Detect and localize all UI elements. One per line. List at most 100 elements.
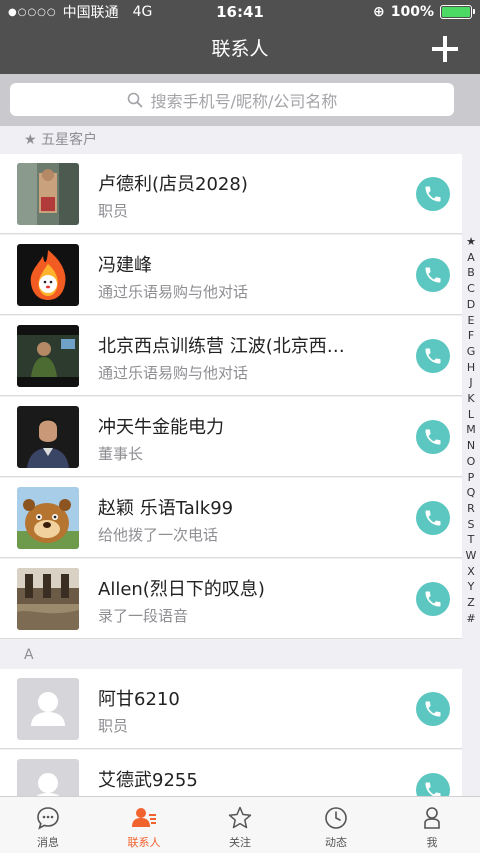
index-letter[interactable]: N xyxy=(467,438,475,454)
tab-me[interactable]: 我 xyxy=(384,797,480,853)
network-label: 4G xyxy=(132,4,153,20)
contacts-icon xyxy=(132,808,156,827)
index-letter[interactable]: G xyxy=(467,344,476,360)
contact-subtitle: 给他拨了一次电话 xyxy=(98,526,219,544)
tab-label: 关注 xyxy=(229,836,251,849)
contact-subtitle: 通过乐语易购与他对话 xyxy=(98,364,249,382)
call-button[interactable] xyxy=(416,582,450,616)
contact-name: 阿甘6210 xyxy=(98,689,180,710)
phone-icon xyxy=(425,267,441,283)
index-letter[interactable]: # xyxy=(466,611,475,627)
index-letter[interactable]: M xyxy=(466,422,476,438)
tab-bar: 消息 联系人 关注 动态 我 xyxy=(0,796,480,853)
contact-subtitle: 录了一段语音 xyxy=(98,607,189,625)
avatar xyxy=(17,325,79,387)
search-input[interactable]: 搜索手机号/昵称/公司名称 xyxy=(10,83,454,116)
phone-icon xyxy=(425,348,441,364)
contact-row[interactable]: 冲天牛金能电力 董事长 xyxy=(0,397,462,477)
contact-row[interactable]: 阿甘6210 职员 xyxy=(0,669,462,749)
index-letter[interactable]: T xyxy=(468,532,475,548)
contact-row[interactable]: 冯建峰 通过乐语易购与他对话 xyxy=(0,235,462,315)
plus-icon[interactable] xyxy=(432,36,458,62)
tab-contacts[interactable]: 联系人 xyxy=(96,797,192,853)
contact-subtitle: 董事长 xyxy=(98,445,144,463)
tab-label: 动态 xyxy=(325,836,347,849)
index-letter[interactable]: H xyxy=(467,360,475,376)
avatar xyxy=(17,163,79,225)
index-letter[interactable]: X xyxy=(467,564,475,580)
contact-name: 冲天牛金能电力 xyxy=(98,417,224,438)
call-button[interactable] xyxy=(416,501,450,535)
index-letter[interactable]: L xyxy=(468,407,474,423)
avatar xyxy=(17,244,79,306)
index-letter[interactable]: C xyxy=(467,281,475,297)
avatar xyxy=(17,406,79,468)
tab-messages[interactable]: 消息 xyxy=(0,797,96,853)
phone-icon xyxy=(425,701,441,717)
index-letter[interactable]: P xyxy=(468,470,475,486)
index-letter[interactable]: Z xyxy=(467,595,475,611)
call-button[interactable] xyxy=(416,420,450,454)
contact-name: 冯建峰 xyxy=(98,255,152,276)
tab-follow[interactable]: 关注 xyxy=(192,797,288,853)
signal-icon: ●○○○○ xyxy=(8,6,57,18)
index-letter[interactable]: B xyxy=(467,265,475,281)
page-title: 联系人 xyxy=(211,38,269,60)
index-letter[interactable]: F xyxy=(468,328,474,344)
contact-name: 艾德武9255 xyxy=(98,770,198,791)
phone-icon xyxy=(425,510,441,526)
index-letter[interactable]: S xyxy=(468,517,475,533)
avatar xyxy=(17,487,79,549)
index-letter[interactable]: ★ xyxy=(466,234,476,250)
index-letter[interactable]: D xyxy=(467,297,475,313)
phone-icon xyxy=(425,186,441,202)
avatar xyxy=(17,678,79,740)
battery-icon xyxy=(440,5,475,19)
search-icon xyxy=(127,92,142,107)
contact-row[interactable]: Allen(烈日下的叹息) 录了一段语音 xyxy=(0,559,462,639)
index-letter[interactable]: Y xyxy=(468,579,475,595)
message-icon xyxy=(37,807,59,830)
tab-label: 我 xyxy=(426,836,438,849)
index-letter[interactable]: O xyxy=(467,454,476,470)
alphabet-index[interactable]: ★ A B C D E F G H J K L M N O P Q R S T W X Y Z # xyxy=(462,234,480,627)
index-letter[interactable]: E xyxy=(468,313,475,329)
search-placeholder: 搜索手机号/昵称/公司名称 xyxy=(150,91,338,111)
section-header-five-star: ★ 五星客户 xyxy=(0,126,462,154)
clock-icon xyxy=(325,807,347,829)
contact-name: 赵颖 乐语Talk99 xyxy=(98,498,234,519)
contact-row[interactable]: 北京西点训练营 江波(北京西… 通过乐语易购与他对话 xyxy=(0,316,462,396)
index-letter[interactable]: W xyxy=(466,548,477,564)
contact-subtitle: 职员 xyxy=(98,717,129,735)
index-letter[interactable]: A xyxy=(467,250,475,266)
phone-icon xyxy=(425,591,441,607)
search-bar: 搜索手机号/昵称/公司名称 xyxy=(0,74,480,126)
contact-subtitle: 职员 xyxy=(98,202,129,220)
contact-name: 卢德利(店员2028) xyxy=(98,174,248,195)
person-icon xyxy=(424,807,440,829)
index-letter[interactable]: R xyxy=(467,501,475,517)
call-button[interactable] xyxy=(416,258,450,292)
tab-moments[interactable]: 动态 xyxy=(288,797,384,853)
call-button[interactable] xyxy=(416,339,450,373)
index-letter[interactable]: J xyxy=(469,375,472,391)
contact-row[interactable]: 赵颖 乐语Talk99 给他拨了一次电话 xyxy=(0,478,462,558)
contact-name: Allen(烈日下的叹息) xyxy=(98,579,265,600)
index-letter[interactable]: Q xyxy=(467,485,476,501)
tab-label: 联系人 xyxy=(127,836,161,849)
rotation-lock-icon: ⊕ xyxy=(373,4,385,20)
nav-bar: 联系人 xyxy=(0,24,480,74)
section-header-a: A xyxy=(0,641,462,669)
star-icon xyxy=(228,806,252,829)
call-button[interactable] xyxy=(416,177,450,211)
contact-subtitle: 通过乐语易购与他对话 xyxy=(98,283,249,301)
contact-name: 北京西点训练营 江波(北京西… xyxy=(98,336,345,357)
battery-percent: 100% xyxy=(390,4,434,20)
carrier-label: 中国联通 xyxy=(62,5,119,21)
contact-row[interactable]: 卢德利(店员2028) 职员 xyxy=(0,154,462,234)
avatar xyxy=(17,568,79,630)
phone-icon xyxy=(425,429,441,445)
status-bar: ●○○○○ 中国联通 4G 16:41 ⊕ 100% xyxy=(0,0,480,24)
call-button[interactable] xyxy=(416,692,450,726)
index-letter[interactable]: K xyxy=(467,391,474,407)
